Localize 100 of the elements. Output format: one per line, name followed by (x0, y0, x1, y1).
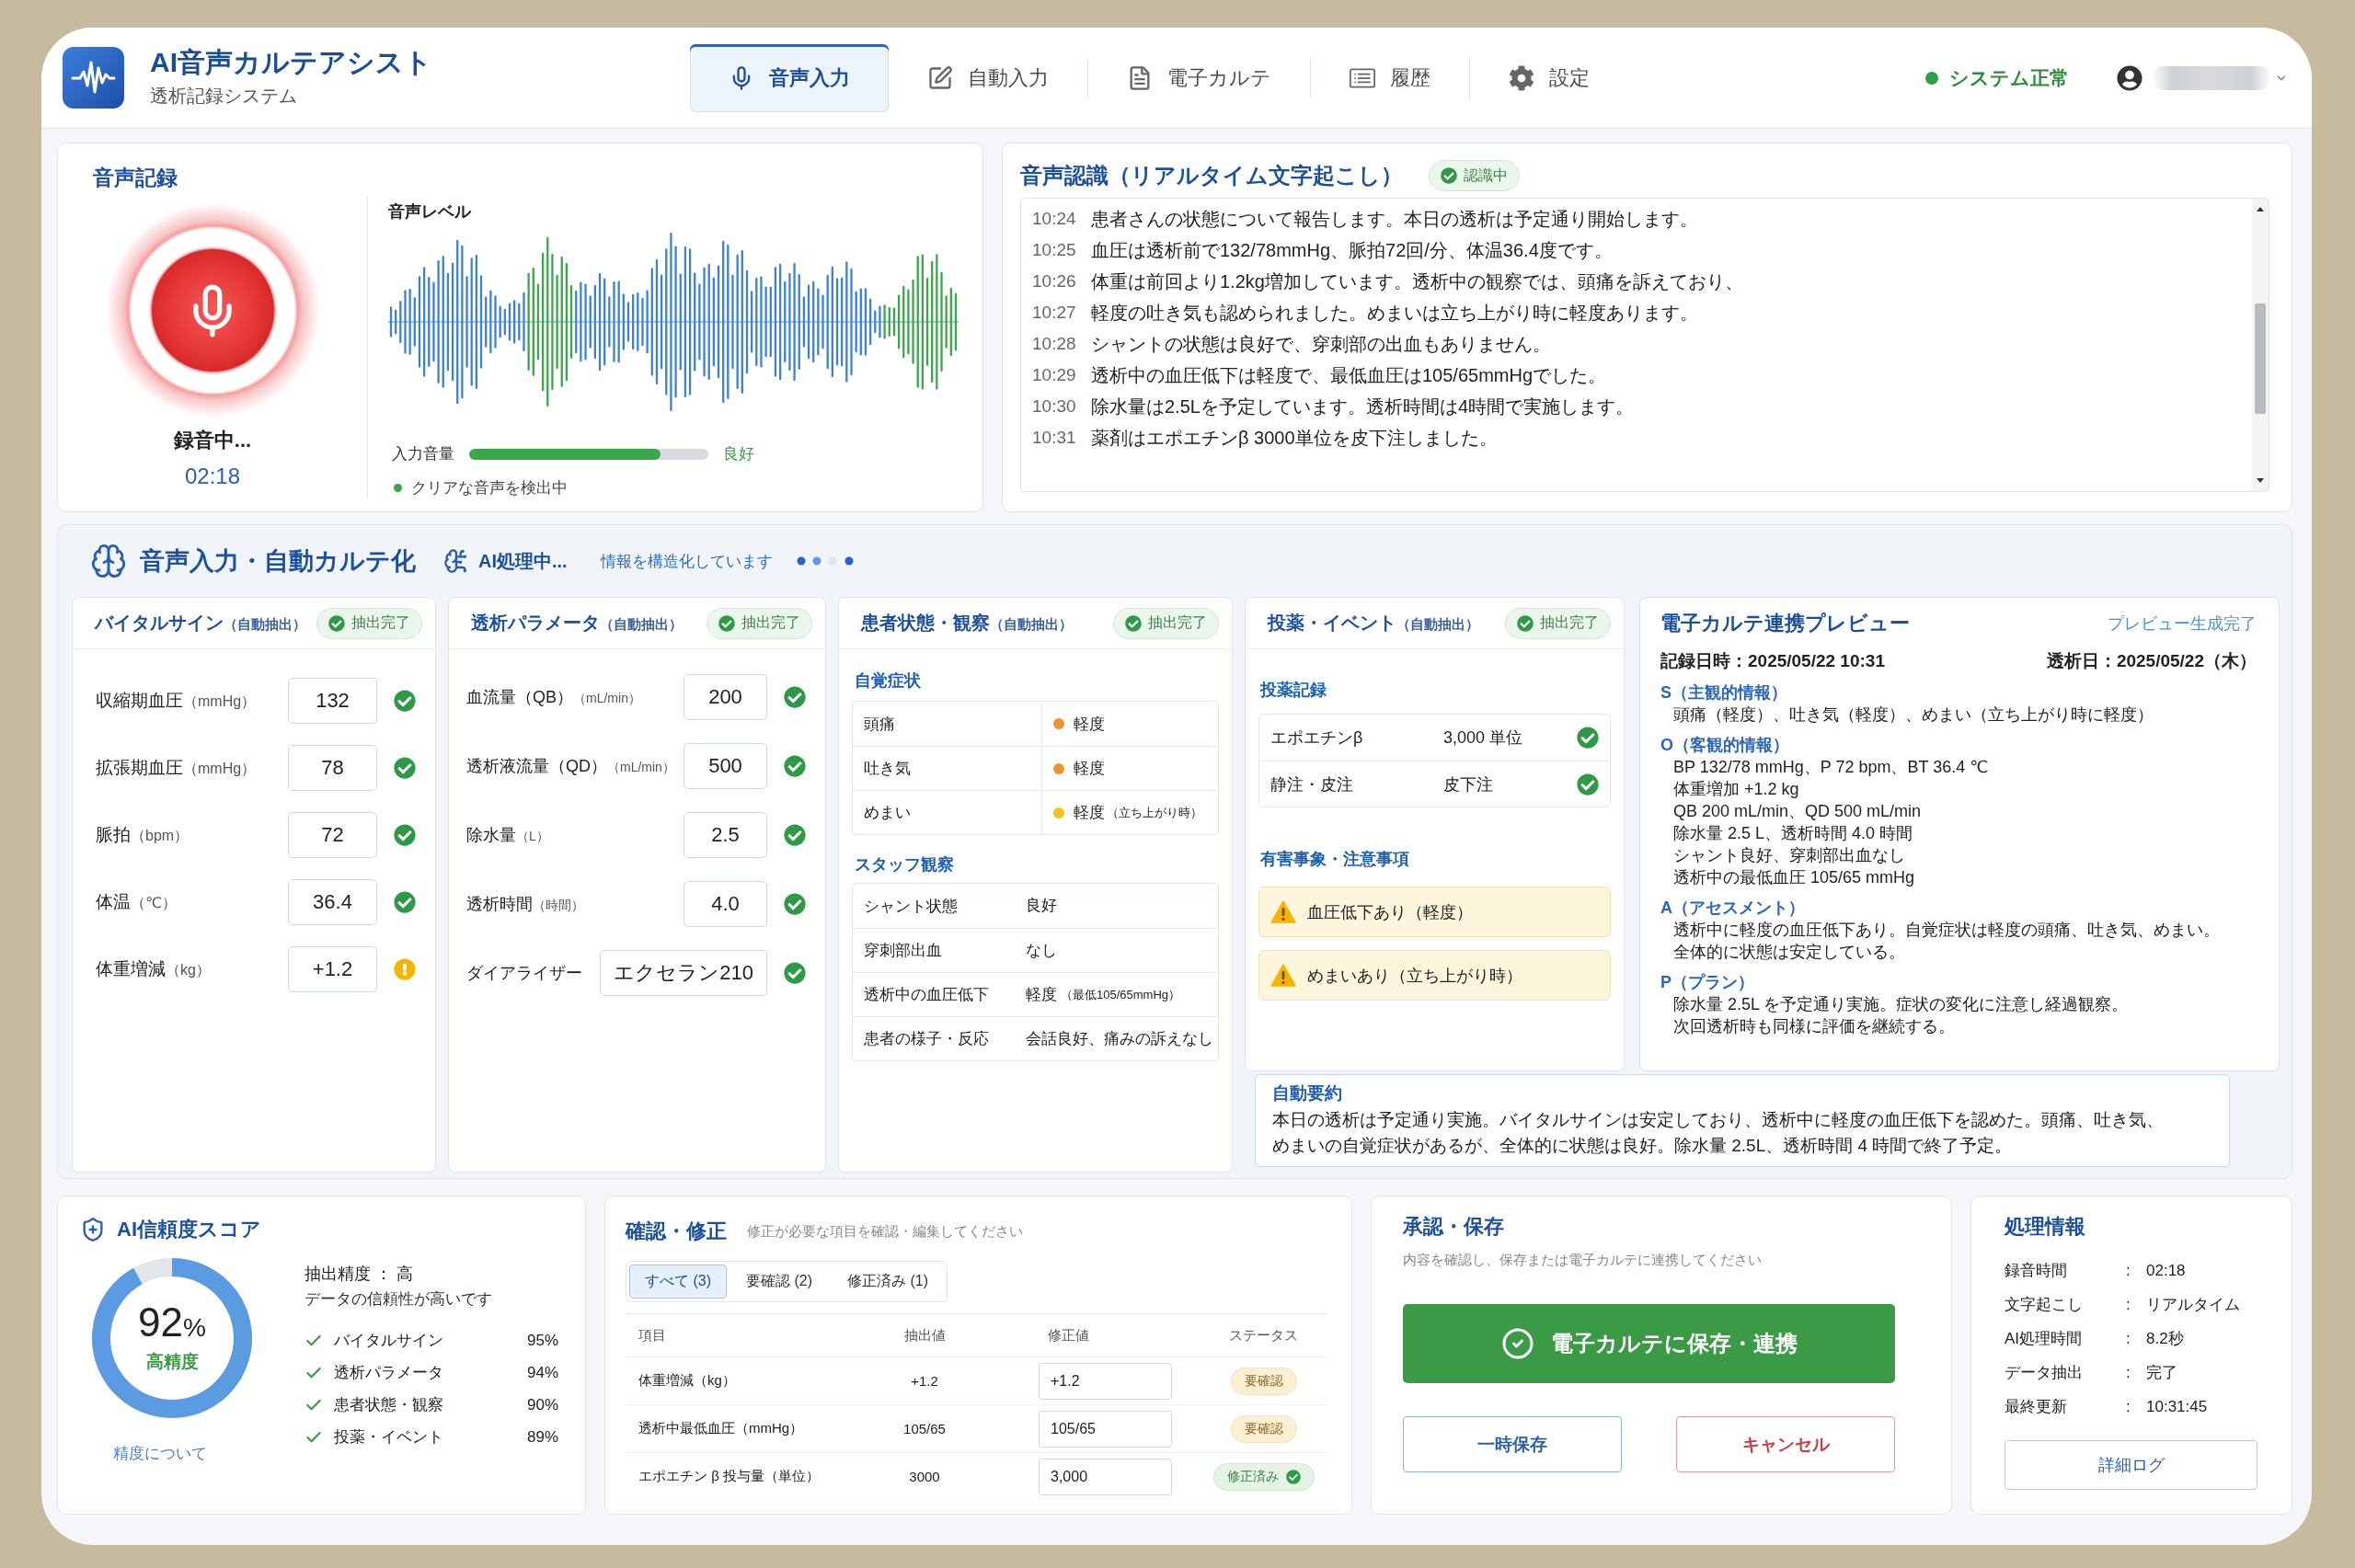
soap-line: 透析中の最低血圧 105/65 mmHg (1672, 867, 1916, 888)
field-unit: （mmHg） (183, 759, 257, 778)
soap-heading: P（プラン） (1660, 972, 1755, 993)
value-field[interactable]: 72 (288, 811, 377, 858)
column-header: 抽出値 (903, 1326, 946, 1345)
card-title-note: （自動抽出） (1396, 616, 1479, 634)
score-value: 92 (138, 1302, 183, 1343)
panel-title: AI信頼度スコア (117, 1217, 261, 1242)
extracted-value: 105/65 (903, 1421, 946, 1436)
item-name: 透析中最低血圧（mmHg） (638, 1420, 804, 1437)
timestamp: 10:31 (1032, 428, 1076, 448)
draft-save-button[interactable]: 一時保存 (1403, 1416, 1622, 1472)
status-label: 修正済み (1226, 1468, 1279, 1485)
value-field[interactable]: 36.4 (288, 878, 377, 925)
symptom-severity: 軽度 (1074, 759, 1105, 779)
symptom-name: 吐き気 (864, 759, 911, 779)
field-label: 体重増減 (96, 957, 166, 980)
field-unit: （L） (516, 828, 549, 845)
value-field[interactable]: 2.5 (684, 811, 767, 858)
panel-title: 処理情報 (2005, 1214, 2086, 1240)
corrected-value-field[interactable]: 3,000 (1039, 1458, 1172, 1495)
value-field[interactable]: エクセラン210 (600, 949, 767, 996)
value-field[interactable]: 78 (288, 744, 377, 791)
card-title: 患者状態・観察 (861, 612, 990, 635)
nav-tab[interactable]: 履歴 (1311, 43, 1469, 112)
soap-line: BP 132/78 mmHg、P 72 bpm、BT 36.4 ℃ (1672, 757, 1990, 778)
corrected-value-field[interactable]: 105/65 (1039, 1410, 1172, 1448)
status-label: 認識中 (1464, 166, 1508, 185)
item-name: 体重増減（kg） (638, 1372, 736, 1390)
system-status: システム正常 (1949, 65, 2069, 90)
info-label: 最終更新 (2005, 1397, 2067, 1417)
field-label: ダイアライザー (466, 962, 582, 984)
soap-heading: S（主観的情報） (1660, 682, 1788, 704)
value-field[interactable]: 132 (288, 677, 377, 724)
input-volume-label: 入力音量 (392, 444, 454, 464)
info-value: 10:31:45 (2146, 1397, 2208, 1416)
filter-tab[interactable]: 要確認 (2) (730, 1265, 828, 1299)
soap-line: シャント良好、穿刺部出血なし (1672, 845, 1906, 866)
extracted-value: 3000 (909, 1469, 940, 1484)
user-icon[interactable] (2117, 64, 2142, 91)
corrected-value-field[interactable]: +1.2 (1039, 1362, 1172, 1400)
field-label: 血流量（QB） (466, 686, 573, 708)
value-field[interactable]: 4.0 (684, 880, 767, 927)
app-title: AI音声カルテアシスト (150, 46, 432, 79)
detection-status: クリアな音声を検出中 (411, 478, 568, 498)
panel-hint: 修正が必要な項目を確認・編集してください (747, 1222, 1023, 1241)
card-title-note: （自動抽出） (990, 616, 1073, 634)
observation-value: 会話良好、痛みの訴えなし (1026, 1028, 1213, 1048)
edit-icon (927, 64, 953, 91)
cancel-button[interactable]: キャンセル (1676, 1416, 1895, 1472)
filter-tab[interactable]: すべて (3) (629, 1265, 727, 1299)
card-title: バイタルサイン (95, 612, 224, 635)
nav-tab[interactable]: 電子カルテ (1088, 43, 1310, 112)
status-dot-icon (394, 484, 402, 492)
recording-time: 02:18 (184, 464, 241, 489)
value-field[interactable]: 500 (684, 742, 767, 789)
soap-line: 体重増加 +1.2 kg (1672, 779, 1800, 800)
soap-line: QB 200 mL/min、QD 500 mL/min (1672, 801, 1923, 822)
timestamp: 10:24 (1032, 209, 1076, 229)
info-separator: : (2126, 1363, 2131, 1382)
field-label: 透析時間 (466, 893, 533, 915)
scrollbar[interactable] (2252, 199, 2269, 491)
section-title: スタッフ観察 (855, 854, 955, 876)
accuracy-link[interactable]: 精度について (113, 1443, 207, 1464)
value-field[interactable]: 200 (684, 673, 767, 720)
nav-tab[interactable]: 設定 (1470, 43, 1628, 112)
score-unit: % (183, 1315, 206, 1341)
observation-name: 患者の様子・反応 (864, 1029, 989, 1049)
info-label: AI処理時間 (2005, 1329, 2083, 1349)
info-label: データ抽出 (2005, 1363, 2083, 1383)
medication-name: 静注・皮注 (1270, 773, 1353, 795)
app-subtitle: 透析記録システム (150, 85, 298, 109)
transcript-line: 体重は前回より1.2kg増加しています。透析中の観察では、頭痛を訴えており、 (1091, 269, 1743, 293)
info-separator: : (2126, 1397, 2131, 1416)
soap-line: 透析中に軽度の血圧低下あり。自覚症状は軽度の頭痛、吐き気、めまい。 (1672, 920, 2221, 941)
medication-value: 3,000 単位 (1443, 727, 1523, 749)
summary-title: 自動要約 (1272, 1082, 1343, 1104)
column-header: ステータス (1229, 1326, 1298, 1345)
filter-tab[interactable]: 修正済み (1) (832, 1265, 944, 1299)
transcript-line: シャントの状態は良好で、穿刺部の出血もありません。 (1091, 332, 1551, 356)
section-title: 投薬記録 (1260, 680, 1327, 701)
timestamp: 10:30 (1032, 396, 1076, 417)
transcript-line: 透析中の血圧低下は軽度で、最低血圧は105/65mmHgでした。 (1091, 363, 1607, 387)
field-unit: （mL/min） (573, 690, 641, 707)
symptom-severity: 軽度 (1074, 803, 1105, 823)
detail-log-button[interactable]: 詳細ログ (2005, 1440, 2257, 1490)
nav-tab[interactable]: 音声入力 (690, 43, 889, 112)
input-volume-reading: 良好 (723, 444, 754, 464)
info-separator: : (2126, 1329, 2131, 1348)
brain-icon (90, 543, 127, 579)
soap-line: 除水量 2.5L を予定通り実施。症状の変化に注意し経過観察。 (1672, 994, 2130, 1015)
save-to-ehr-button[interactable]: 電子カルテに保存・連携 (1403, 1304, 1895, 1383)
status-label: 抽出完了 (1148, 613, 1207, 632)
section-title: 有害事象・注意事項 (1260, 849, 1410, 870)
recording-status: 録音中... (173, 428, 252, 453)
transcript-line: 薬剤はエポエチンβ 3000単位を皮下注しました。 (1091, 426, 1498, 450)
value-field[interactable]: +1.2 (288, 945, 377, 992)
card-title: 投薬・イベント (1268, 612, 1396, 635)
brain-circuit-icon (443, 548, 469, 574)
nav-tab[interactable]: 自動入力 (889, 43, 1087, 112)
